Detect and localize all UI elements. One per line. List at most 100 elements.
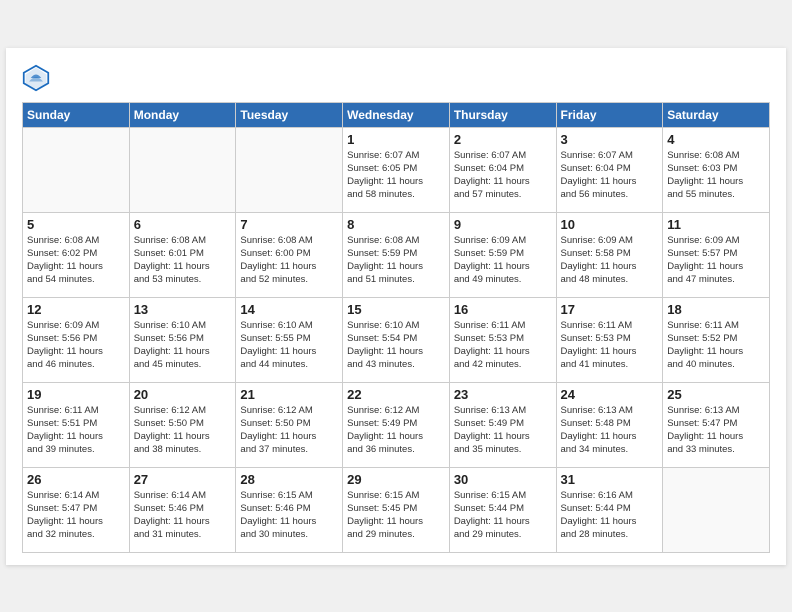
day-number: 7	[240, 217, 338, 232]
calendar-cell: 23 Sunrise: 6:13 AM Sunset: 5:49 PM Dayli…	[449, 382, 556, 467]
day-number: 4	[667, 132, 765, 147]
calendar-cell: 29 Sunrise: 6:15 AM Sunset: 5:45 PM Dayli…	[343, 467, 450, 552]
day-info: Sunrise: 6:09 AM Sunset: 5:59 PM Dayligh…	[454, 234, 552, 287]
day-info: Sunrise: 6:13 AM Sunset: 5:49 PM Dayligh…	[454, 404, 552, 457]
calendar-cell	[129, 127, 236, 212]
weekday-header: Tuesday	[236, 102, 343, 127]
calendar-cell: 12Sunrise: 6:09 AM Sunset: 5:56 PM Dayli…	[23, 297, 130, 382]
day-info: Sunrise: 6:08 AM Sunset: 6:03 PM Dayligh…	[667, 149, 765, 202]
calendar-week-row: 1 Sunrise: 6:07 AM Sunset: 6:05 PM Daylig…	[23, 127, 770, 212]
calendar-header: SundayMondayTuesdayWednesdayThursdayFrid…	[23, 102, 770, 127]
logo	[22, 64, 56, 92]
day-info: Sunrise: 6:11 AM Sunset: 5:51 PM Dayligh…	[27, 404, 125, 457]
calendar-cell: 19Sunrise: 6:11 AM Sunset: 5:51 PM Dayli…	[23, 382, 130, 467]
day-number: 11	[667, 217, 765, 232]
calendar-cell: 18 Sunrise: 6:11 AM Sunset: 5:52 PM Dayli…	[663, 297, 770, 382]
weekday-header: Wednesday	[343, 102, 450, 127]
calendar-week-row: 19Sunrise: 6:11 AM Sunset: 5:51 PM Dayli…	[23, 382, 770, 467]
calendar-cell: 30Sunrise: 6:15 AM Sunset: 5:44 PM Dayli…	[449, 467, 556, 552]
day-number: 17	[561, 302, 659, 317]
day-number: 1	[347, 132, 445, 147]
day-number: 15	[347, 302, 445, 317]
day-info: Sunrise: 6:12 AM Sunset: 5:50 PM Dayligh…	[240, 404, 338, 457]
day-number: 24	[561, 387, 659, 402]
day-number: 20	[134, 387, 232, 402]
day-number: 22	[347, 387, 445, 402]
calendar-cell: 3 Sunrise: 6:07 AM Sunset: 6:04 PM Daylig…	[556, 127, 663, 212]
day-info: Sunrise: 6:11 AM Sunset: 5:53 PM Dayligh…	[561, 319, 659, 372]
calendar-cell: 6 Sunrise: 6:08 AM Sunset: 6:01 PM Daylig…	[129, 212, 236, 297]
weekday-header: Saturday	[663, 102, 770, 127]
day-info: Sunrise: 6:14 AM Sunset: 5:46 PM Dayligh…	[134, 489, 232, 542]
day-number: 10	[561, 217, 659, 232]
calendar-cell	[663, 467, 770, 552]
day-number: 6	[134, 217, 232, 232]
weekday-header: Thursday	[449, 102, 556, 127]
day-info: Sunrise: 6:13 AM Sunset: 5:47 PM Dayligh…	[667, 404, 765, 457]
day-info: Sunrise: 6:10 AM Sunset: 5:56 PM Dayligh…	[134, 319, 232, 372]
day-number: 13	[134, 302, 232, 317]
weekday-header: Friday	[556, 102, 663, 127]
calendar-cell: 31 Sunrise: 6:16 AM Sunset: 5:44 PM Dayli…	[556, 467, 663, 552]
calendar-table: SundayMondayTuesdayWednesdayThursdayFrid…	[22, 102, 770, 553]
day-info: Sunrise: 6:13 AM Sunset: 5:48 PM Dayligh…	[561, 404, 659, 457]
calendar-week-row: 12Sunrise: 6:09 AM Sunset: 5:56 PM Dayli…	[23, 297, 770, 382]
day-number: 25	[667, 387, 765, 402]
calendar-cell: 27 Sunrise: 6:14 AM Sunset: 5:46 PM Dayli…	[129, 467, 236, 552]
day-number: 2	[454, 132, 552, 147]
calendar-body: 1 Sunrise: 6:07 AM Sunset: 6:05 PM Daylig…	[23, 127, 770, 552]
calendar-cell: 8 Sunrise: 6:08 AM Sunset: 5:59 PM Daylig…	[343, 212, 450, 297]
calendar-cell: 16Sunrise: 6:11 AM Sunset: 5:53 PM Dayli…	[449, 297, 556, 382]
day-number: 23	[454, 387, 552, 402]
day-info: Sunrise: 6:08 AM Sunset: 6:00 PM Dayligh…	[240, 234, 338, 287]
calendar-cell: 17 Sunrise: 6:11 AM Sunset: 5:53 PM Dayli…	[556, 297, 663, 382]
calendar-cell: 22Sunrise: 6:12 AM Sunset: 5:49 PM Dayli…	[343, 382, 450, 467]
day-number: 26	[27, 472, 125, 487]
calendar-cell: 2Sunrise: 6:07 AM Sunset: 6:04 PM Daylig…	[449, 127, 556, 212]
day-info: Sunrise: 6:15 AM Sunset: 5:46 PM Dayligh…	[240, 489, 338, 542]
day-number: 28	[240, 472, 338, 487]
calendar-cell	[23, 127, 130, 212]
calendar-cell: 21 Sunrise: 6:12 AM Sunset: 5:50 PM Dayli…	[236, 382, 343, 467]
day-info: Sunrise: 6:15 AM Sunset: 5:45 PM Dayligh…	[347, 489, 445, 542]
logo-icon	[22, 64, 50, 92]
calendar-cell: 4 Sunrise: 6:08 AM Sunset: 6:03 PM Daylig…	[663, 127, 770, 212]
day-info: Sunrise: 6:11 AM Sunset: 5:52 PM Dayligh…	[667, 319, 765, 372]
day-number: 9	[454, 217, 552, 232]
calendar-cell: 26 Sunrise: 6:14 AM Sunset: 5:47 PM Dayli…	[23, 467, 130, 552]
day-info: Sunrise: 6:11 AM Sunset: 5:53 PM Dayligh…	[454, 319, 552, 372]
calendar-cell: 10Sunrise: 6:09 AM Sunset: 5:58 PM Dayli…	[556, 212, 663, 297]
calendar-cell: 9 Sunrise: 6:09 AM Sunset: 5:59 PM Daylig…	[449, 212, 556, 297]
day-info: Sunrise: 6:10 AM Sunset: 5:55 PM Dayligh…	[240, 319, 338, 372]
day-info: Sunrise: 6:07 AM Sunset: 6:05 PM Dayligh…	[347, 149, 445, 202]
day-info: Sunrise: 6:15 AM Sunset: 5:44 PM Dayligh…	[454, 489, 552, 542]
day-number: 27	[134, 472, 232, 487]
day-number: 8	[347, 217, 445, 232]
day-info: Sunrise: 6:07 AM Sunset: 6:04 PM Dayligh…	[561, 149, 659, 202]
calendar-cell: 13 Sunrise: 6:10 AM Sunset: 5:56 PM Dayli…	[129, 297, 236, 382]
calendar-cell: 25 Sunrise: 6:13 AM Sunset: 5:47 PM Dayli…	[663, 382, 770, 467]
day-info: Sunrise: 6:08 AM Sunset: 5:59 PM Dayligh…	[347, 234, 445, 287]
calendar-cell: 28 Sunrise: 6:15 AM Sunset: 5:46 PM Dayli…	[236, 467, 343, 552]
day-info: Sunrise: 6:12 AM Sunset: 5:50 PM Dayligh…	[134, 404, 232, 457]
day-info: Sunrise: 6:08 AM Sunset: 6:01 PM Dayligh…	[134, 234, 232, 287]
calendar-cell: 11Sunrise: 6:09 AM Sunset: 5:57 PM Dayli…	[663, 212, 770, 297]
calendar-cell: 24 Sunrise: 6:13 AM Sunset: 5:48 PM Dayli…	[556, 382, 663, 467]
day-info: Sunrise: 6:10 AM Sunset: 5:54 PM Dayligh…	[347, 319, 445, 372]
day-info: Sunrise: 6:14 AM Sunset: 5:47 PM Dayligh…	[27, 489, 125, 542]
day-number: 5	[27, 217, 125, 232]
header	[22, 64, 770, 92]
day-number: 18	[667, 302, 765, 317]
day-number: 14	[240, 302, 338, 317]
calendar-cell	[236, 127, 343, 212]
day-number: 31	[561, 472, 659, 487]
day-info: Sunrise: 6:08 AM Sunset: 6:02 PM Dayligh…	[27, 234, 125, 287]
day-number: 3	[561, 132, 659, 147]
day-number: 29	[347, 472, 445, 487]
calendar-cell: 15 Sunrise: 6:10 AM Sunset: 5:54 PM Dayli…	[343, 297, 450, 382]
weekday-header: Sunday	[23, 102, 130, 127]
day-number: 21	[240, 387, 338, 402]
day-info: Sunrise: 6:16 AM Sunset: 5:44 PM Dayligh…	[561, 489, 659, 542]
calendar-week-row: 26 Sunrise: 6:14 AM Sunset: 5:47 PM Dayli…	[23, 467, 770, 552]
calendar-cell: 14 Sunrise: 6:10 AM Sunset: 5:55 PM Dayli…	[236, 297, 343, 382]
